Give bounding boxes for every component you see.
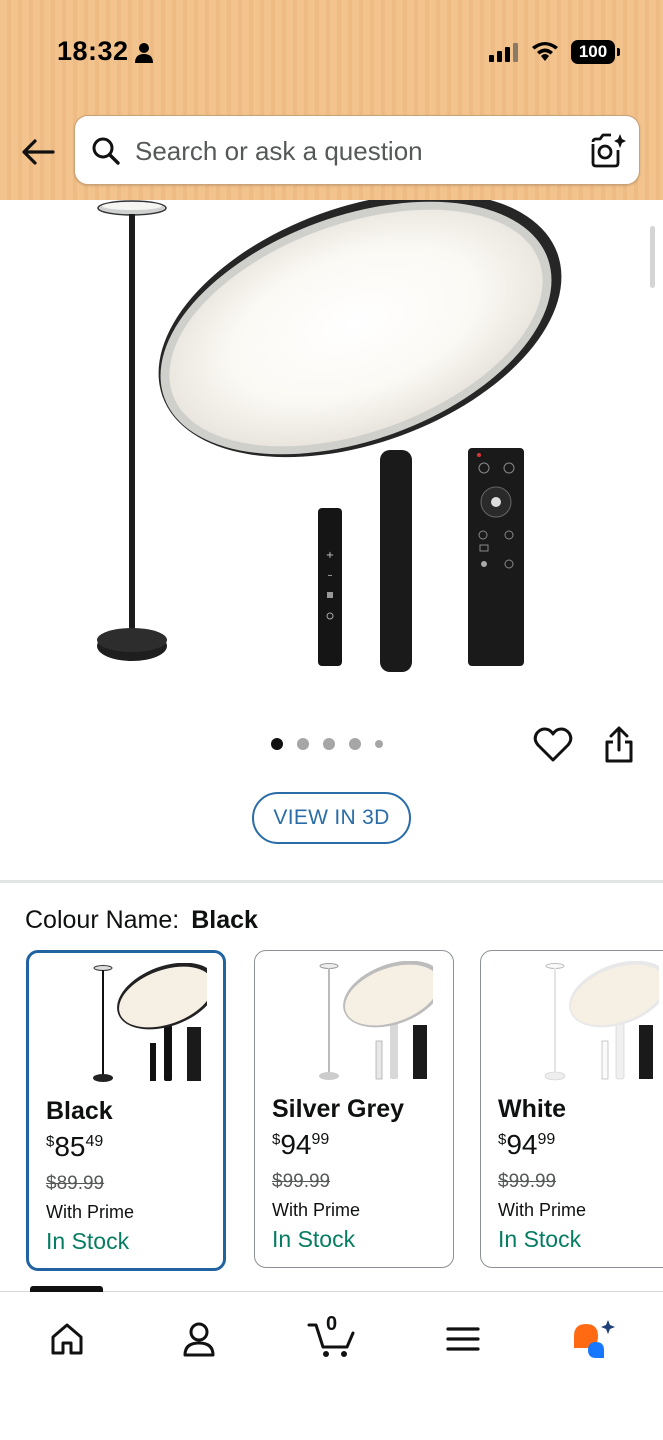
view-in-3d-button[interactable]: VIEW IN 3D <box>252 792 411 844</box>
back-button[interactable] <box>18 130 58 174</box>
colour-label-text: Colour Name: <box>25 906 180 934</box>
nav-account[interactable] <box>174 1314 224 1364</box>
home-icon <box>51 1323 83 1355</box>
bottom-navigation: 0 <box>0 1286 663 1440</box>
variant-name: Silver Grey <box>272 1095 405 1123</box>
variant-swatch-white[interactable]: White $9499 $99.99 With Prime In Stock <box>480 950 663 1268</box>
menu-icon <box>446 1327 480 1351</box>
product-image[interactable]: + – <box>0 200 663 700</box>
back-arrow-icon <box>22 139 55 165</box>
variant-name: White <box>498 1095 567 1123</box>
variant-list-price: $99.99 <box>498 1171 557 1192</box>
svg-text:–: – <box>328 570 333 581</box>
section-divider <box>0 880 663 883</box>
nav-menu[interactable] <box>438 1314 488 1364</box>
pagination-dot[interactable] <box>349 738 361 750</box>
variant-price: $8549 <box>46 1131 104 1162</box>
variant-stock: In Stock <box>272 1226 356 1252</box>
header: 18:32 100 <box>0 0 663 200</box>
variant-image <box>93 963 207 1082</box>
variant-image <box>319 961 433 1080</box>
status-indicators: 100 <box>489 40 620 64</box>
variant-prime: With Prime <box>46 1202 135 1222</box>
pagination-dot[interactable] <box>323 738 335 750</box>
variant-name: Black <box>46 1097 113 1125</box>
active-tab-indicator <box>30 1286 103 1292</box>
colour-name-label: Colour Name: Black <box>25 906 258 935</box>
status-bar: 18:32 100 <box>0 0 663 108</box>
product-page: 18:32 100 Search or ask a question + – V… <box>0 0 663 1440</box>
selected-colour: Black <box>191 906 258 934</box>
variant-swatch-silver-grey[interactable]: Silver Grey $9499 $99.99 With Prime In S… <box>254 950 454 1268</box>
signal-icon <box>489 43 518 62</box>
battery-indicator: 100 <box>571 40 620 64</box>
search-input[interactable] <box>135 129 575 173</box>
nav-rufus[interactable] <box>568 1314 618 1364</box>
image-pagination[interactable] <box>271 738 383 750</box>
variant-list-price: $89.99 <box>46 1173 105 1194</box>
image-scroll-indicator <box>650 226 655 288</box>
variant-stock: In Stock <box>46 1228 130 1254</box>
share-icon[interactable] <box>602 726 636 764</box>
variant-list-price: $99.99 <box>272 1171 331 1192</box>
svg-text:+: + <box>326 550 334 561</box>
cart-count-badge: 0 <box>326 1313 338 1335</box>
variant-price: $9499 <box>272 1129 330 1160</box>
search-bar[interactable] <box>74 115 640 185</box>
pagination-dot[interactable] <box>271 738 283 750</box>
search-icon <box>92 137 120 165</box>
variant-image <box>544 961 659 1081</box>
pagination-dot[interactable] <box>297 738 309 750</box>
variant-prime: With Prime <box>498 1200 587 1220</box>
person-icon <box>135 43 153 63</box>
variant-price: $9499 <box>498 1129 556 1160</box>
account-icon <box>183 1322 215 1357</box>
variant-prime: With Prime <box>272 1200 361 1220</box>
rufus-icon <box>574 1320 615 1358</box>
heart-icon[interactable] <box>533 726 573 764</box>
wifi-icon <box>532 42 558 61</box>
variant-swatch-black[interactable]: Black $8549 $89.99 With Prime In Stock <box>26 950 226 1271</box>
pagination-dot[interactable] <box>375 740 383 748</box>
variant-stock: In Stock <box>498 1226 582 1252</box>
nav-home[interactable] <box>42 1314 92 1364</box>
status-time: 18:32 <box>57 36 129 66</box>
camera-lens-icon[interactable] <box>589 132 627 170</box>
